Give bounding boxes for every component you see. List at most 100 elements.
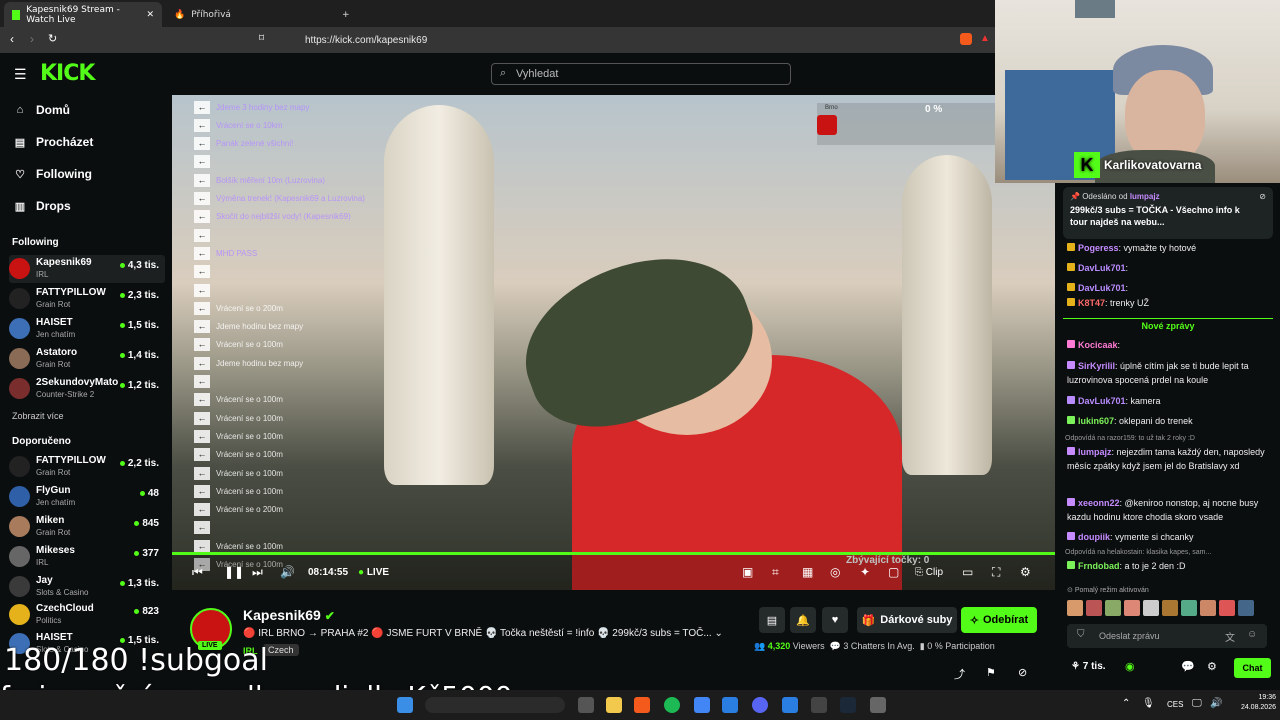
settings-icon[interactable]: ⚙ — [1020, 565, 1031, 579]
camera-icon[interactable]: ▣ — [742, 565, 753, 579]
chat-username[interactable]: Kocicaak — [1078, 340, 1118, 350]
show-more-link[interactable]: Zobrazit více — [12, 411, 64, 421]
share-menu-button[interactable]: ▤ — [759, 607, 785, 633]
followers-count[interactable]: ⚘ 7 tis. — [1071, 661, 1106, 672]
chat-message[interactable]: xeeonn22: @keniroo nonstop, aj nocne bus… — [1067, 496, 1275, 524]
gift-subs-button[interactable]: 🎁 Dárkové suby — [857, 607, 957, 633]
clock[interactable]: 19:36 24.08.2026 — [1230, 693, 1276, 713]
brave-icon[interactable] — [634, 697, 650, 713]
obs-icon[interactable] — [811, 697, 827, 713]
new-tab-button[interactable]: + — [334, 2, 354, 27]
emote-icon[interactable] — [1181, 600, 1197, 616]
search-input[interactable]: ⌕ Vyhledat — [491, 63, 791, 85]
forward-icon[interactable]: › — [30, 32, 34, 46]
reply-reference[interactable]: Odpovídá na helakostain: klasika kapes, … — [1065, 549, 1273, 556]
steam-icon[interactable] — [840, 697, 856, 713]
chat-send-button[interactable]: Chat — [1234, 658, 1271, 678]
chat-username[interactable]: DavLuk701 — [1078, 283, 1126, 293]
chat-username[interactable]: lumpajz — [1078, 447, 1112, 457]
chat-message[interactable]: DavLuk701: — [1067, 261, 1275, 275]
emote-icon[interactable] — [1200, 600, 1216, 616]
chat-username[interactable]: SirKyrilil — [1078, 361, 1115, 371]
tray-chevron-icon[interactable]: ⌃ — [1122, 698, 1130, 709]
language-indicator[interactable]: CES — [1167, 700, 1183, 709]
language-tag[interactable]: Czech — [263, 644, 299, 656]
chat-username[interactable]: DavLuk701 — [1078, 263, 1126, 273]
spotify-icon[interactable] — [664, 697, 680, 713]
notifications-button[interactable]: 🔔 — [790, 607, 816, 633]
chat-message[interactable]: Kocicaak: — [1067, 338, 1275, 352]
kick-logo[interactable]: KICK — [40, 61, 95, 86]
report-icon[interactable]: ⚑ — [986, 666, 996, 679]
reload-icon[interactable]: ↻ — [48, 32, 57, 45]
file-explorer-icon[interactable] — [606, 697, 622, 713]
emote-icon[interactable] — [1238, 600, 1254, 616]
kick-coin-icon[interactable]: ◉ — [1125, 660, 1135, 673]
volume-icon[interactable]: 🔊 — [280, 565, 295, 579]
translate-icon[interactable]: 文 — [1225, 629, 1235, 644]
sidebar-channel[interactable]: HAISET Jen chatím 1,5 tis. — [9, 315, 165, 343]
chat-bubble-icon[interactable]: 💬 — [1181, 660, 1195, 673]
task-view-icon[interactable] — [578, 697, 594, 713]
nav-home[interactable]: ⌂ Domů — [14, 103, 70, 117]
sidebar-channel[interactable]: Miken Grain Rot 845 — [9, 513, 165, 541]
chat-message[interactable]: doupiik: vymente si chcanky — [1067, 530, 1275, 544]
nav-drops[interactable]: ▥ Drops — [14, 199, 71, 213]
sidebar-channel[interactable]: Astatoro Grain Rot 1,4 tis. — [9, 345, 165, 373]
unpin-icon[interactable]: ⊘ — [1259, 192, 1266, 201]
app-icon[interactable] — [870, 697, 886, 713]
sparkle-icon[interactable]: ✦ — [860, 565, 870, 579]
windows-start-icon[interactable] — [397, 697, 413, 713]
menu-icon[interactable]: ☰ — [14, 66, 27, 83]
sidebar-channel[interactable]: FATTYPILLOW Grain Rot 2,2 tis. — [9, 453, 165, 481]
sidebar-channel[interactable]: FATTYPILLOW Grain Rot 2,3 tis. — [9, 285, 165, 313]
sidebar-channel[interactable]: Mikeses IRL 377 — [9, 543, 165, 571]
taskbar-search[interactable] — [425, 697, 565, 713]
back-icon[interactable]: ‹ — [10, 32, 14, 46]
sidebar-channel[interactable]: FlyGun Jen chatím 48 — [9, 483, 165, 511]
streamer-name[interactable]: Kapesnik69 ✔ — [243, 607, 335, 623]
nav-following[interactable]: ♡ Following — [14, 167, 92, 181]
chat-message[interactable]: DavLuk701: — [1067, 281, 1275, 295]
sidebar-channel[interactable]: Jay Slots & Casino 1,3 tis. — [9, 573, 165, 601]
block-icon[interactable]: ⊘ — [1018, 666, 1027, 679]
clip-button[interactable]: ⎘ Clip — [915, 567, 943, 578]
nav-browse[interactable]: ▤ Procházet — [14, 135, 94, 149]
skip-forward-icon[interactable]: ⏭ — [252, 565, 263, 580]
favorite-button[interactable]: ♥ — [822, 607, 848, 633]
tab-kick[interactable]: Kapesnik69 Stream - Watch Live ✕ — [4, 2, 162, 27]
chat-message[interactable]: DavLuk701: kamera — [1067, 394, 1275, 408]
follow-button[interactable]: ✧ Odebírat — [961, 607, 1037, 633]
chat-message[interactable]: Frndobad: a to je 2 den :D — [1067, 559, 1275, 573]
skip-back-icon[interactable]: ⏮ — [192, 565, 203, 580]
emote-icon[interactable] — [1105, 600, 1121, 616]
theater-mode-icon[interactable]: ▭ — [962, 565, 973, 579]
emoji-icon[interactable]: ☺ — [1247, 629, 1257, 640]
stats-icon[interactable]: ▦ — [802, 565, 813, 579]
volume-tray-icon[interactable]: 🔊 — [1210, 698, 1222, 709]
pause-icon[interactable]: ❚❚ — [224, 565, 244, 579]
chat-message[interactable]: Pogeress: vymažte ty hotové — [1067, 241, 1275, 255]
chat-message[interactable]: lumpajz: nejezdim tama každý den, naposl… — [1067, 445, 1275, 473]
emote-icon[interactable] — [1067, 600, 1083, 616]
network-icon[interactable]: 🖵 — [1192, 698, 1202, 709]
chat-username[interactable]: xeeonn22 — [1078, 498, 1120, 508]
chat-message[interactable]: lukin607: oklepani do trenek — [1067, 414, 1275, 428]
alert-icon[interactable]: ▲ — [980, 33, 990, 44]
chat-username[interactable]: lukin607 — [1078, 416, 1114, 426]
chat-input[interactable]: ⛉ Odeslat zprávu 文 ☺ — [1067, 624, 1267, 648]
mail-icon[interactable] — [694, 697, 710, 713]
crop-icon[interactable]: ⌗ — [772, 565, 779, 580]
emote-icon[interactable] — [1219, 600, 1235, 616]
chat-message[interactable]: SirKyrilil: úplně cítím jak se ti bude l… — [1067, 359, 1275, 387]
discord-icon[interactable] — [752, 697, 768, 713]
target-icon[interactable]: ◎ — [830, 565, 840, 579]
chevron-down-icon[interactable]: ⌄ — [714, 628, 722, 639]
mic-icon[interactable]: 🎙 — [1142, 698, 1155, 709]
address-bar[interactable]: https://kick.com/kapesnik69 — [275, 31, 935, 49]
bookmark-icon[interactable]: ⌑ — [259, 33, 264, 44]
emote-icon[interactable] — [1124, 600, 1140, 616]
fullscreen-icon[interactable]: ⛶ — [992, 565, 1000, 580]
chat-username[interactable]: doupiik — [1078, 532, 1110, 542]
pinned-message[interactable]: 📌 Odesláno od lumpajz ⊘ 299kč/3 subs = T… — [1063, 187, 1273, 239]
